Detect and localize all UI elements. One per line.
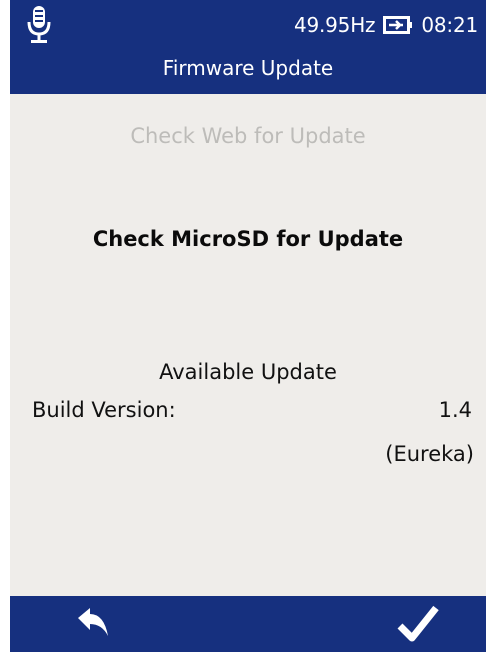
microphone-icon[interactable]: [26, 4, 52, 46]
back-button[interactable]: [70, 604, 118, 644]
build-codename: (Eureka): [385, 442, 474, 466]
confirm-button[interactable]: [394, 602, 442, 646]
checkmark-icon: [394, 602, 442, 646]
available-update-heading: Available Update: [159, 360, 337, 384]
footer-bar: [10, 596, 486, 652]
build-version-value: 1.4: [438, 398, 472, 422]
frequency-readout: 49.95Hz: [293, 13, 376, 37]
header-bar: 49.95Hz 08:21 Firmware Update: [10, 0, 486, 94]
page-title: Firmware Update: [162, 56, 334, 80]
battery-icon: [383, 16, 413, 34]
device-screen: 49.95Hz 08:21 Firmware Update Check Web …: [10, 0, 486, 652]
clock: 08:21: [421, 13, 478, 37]
check-microsd-update-option[interactable]: Check MicroSD for Update: [10, 227, 486, 251]
status-area: 49.95Hz 08:21: [294, 8, 478, 42]
check-web-update-option[interactable]: Check Web for Update: [10, 124, 486, 148]
content-area: Check Web for Update Check MicroSD for U…: [10, 94, 486, 596]
build-version-label: Build Version:: [32, 398, 176, 422]
back-arrow-icon: [70, 604, 118, 644]
